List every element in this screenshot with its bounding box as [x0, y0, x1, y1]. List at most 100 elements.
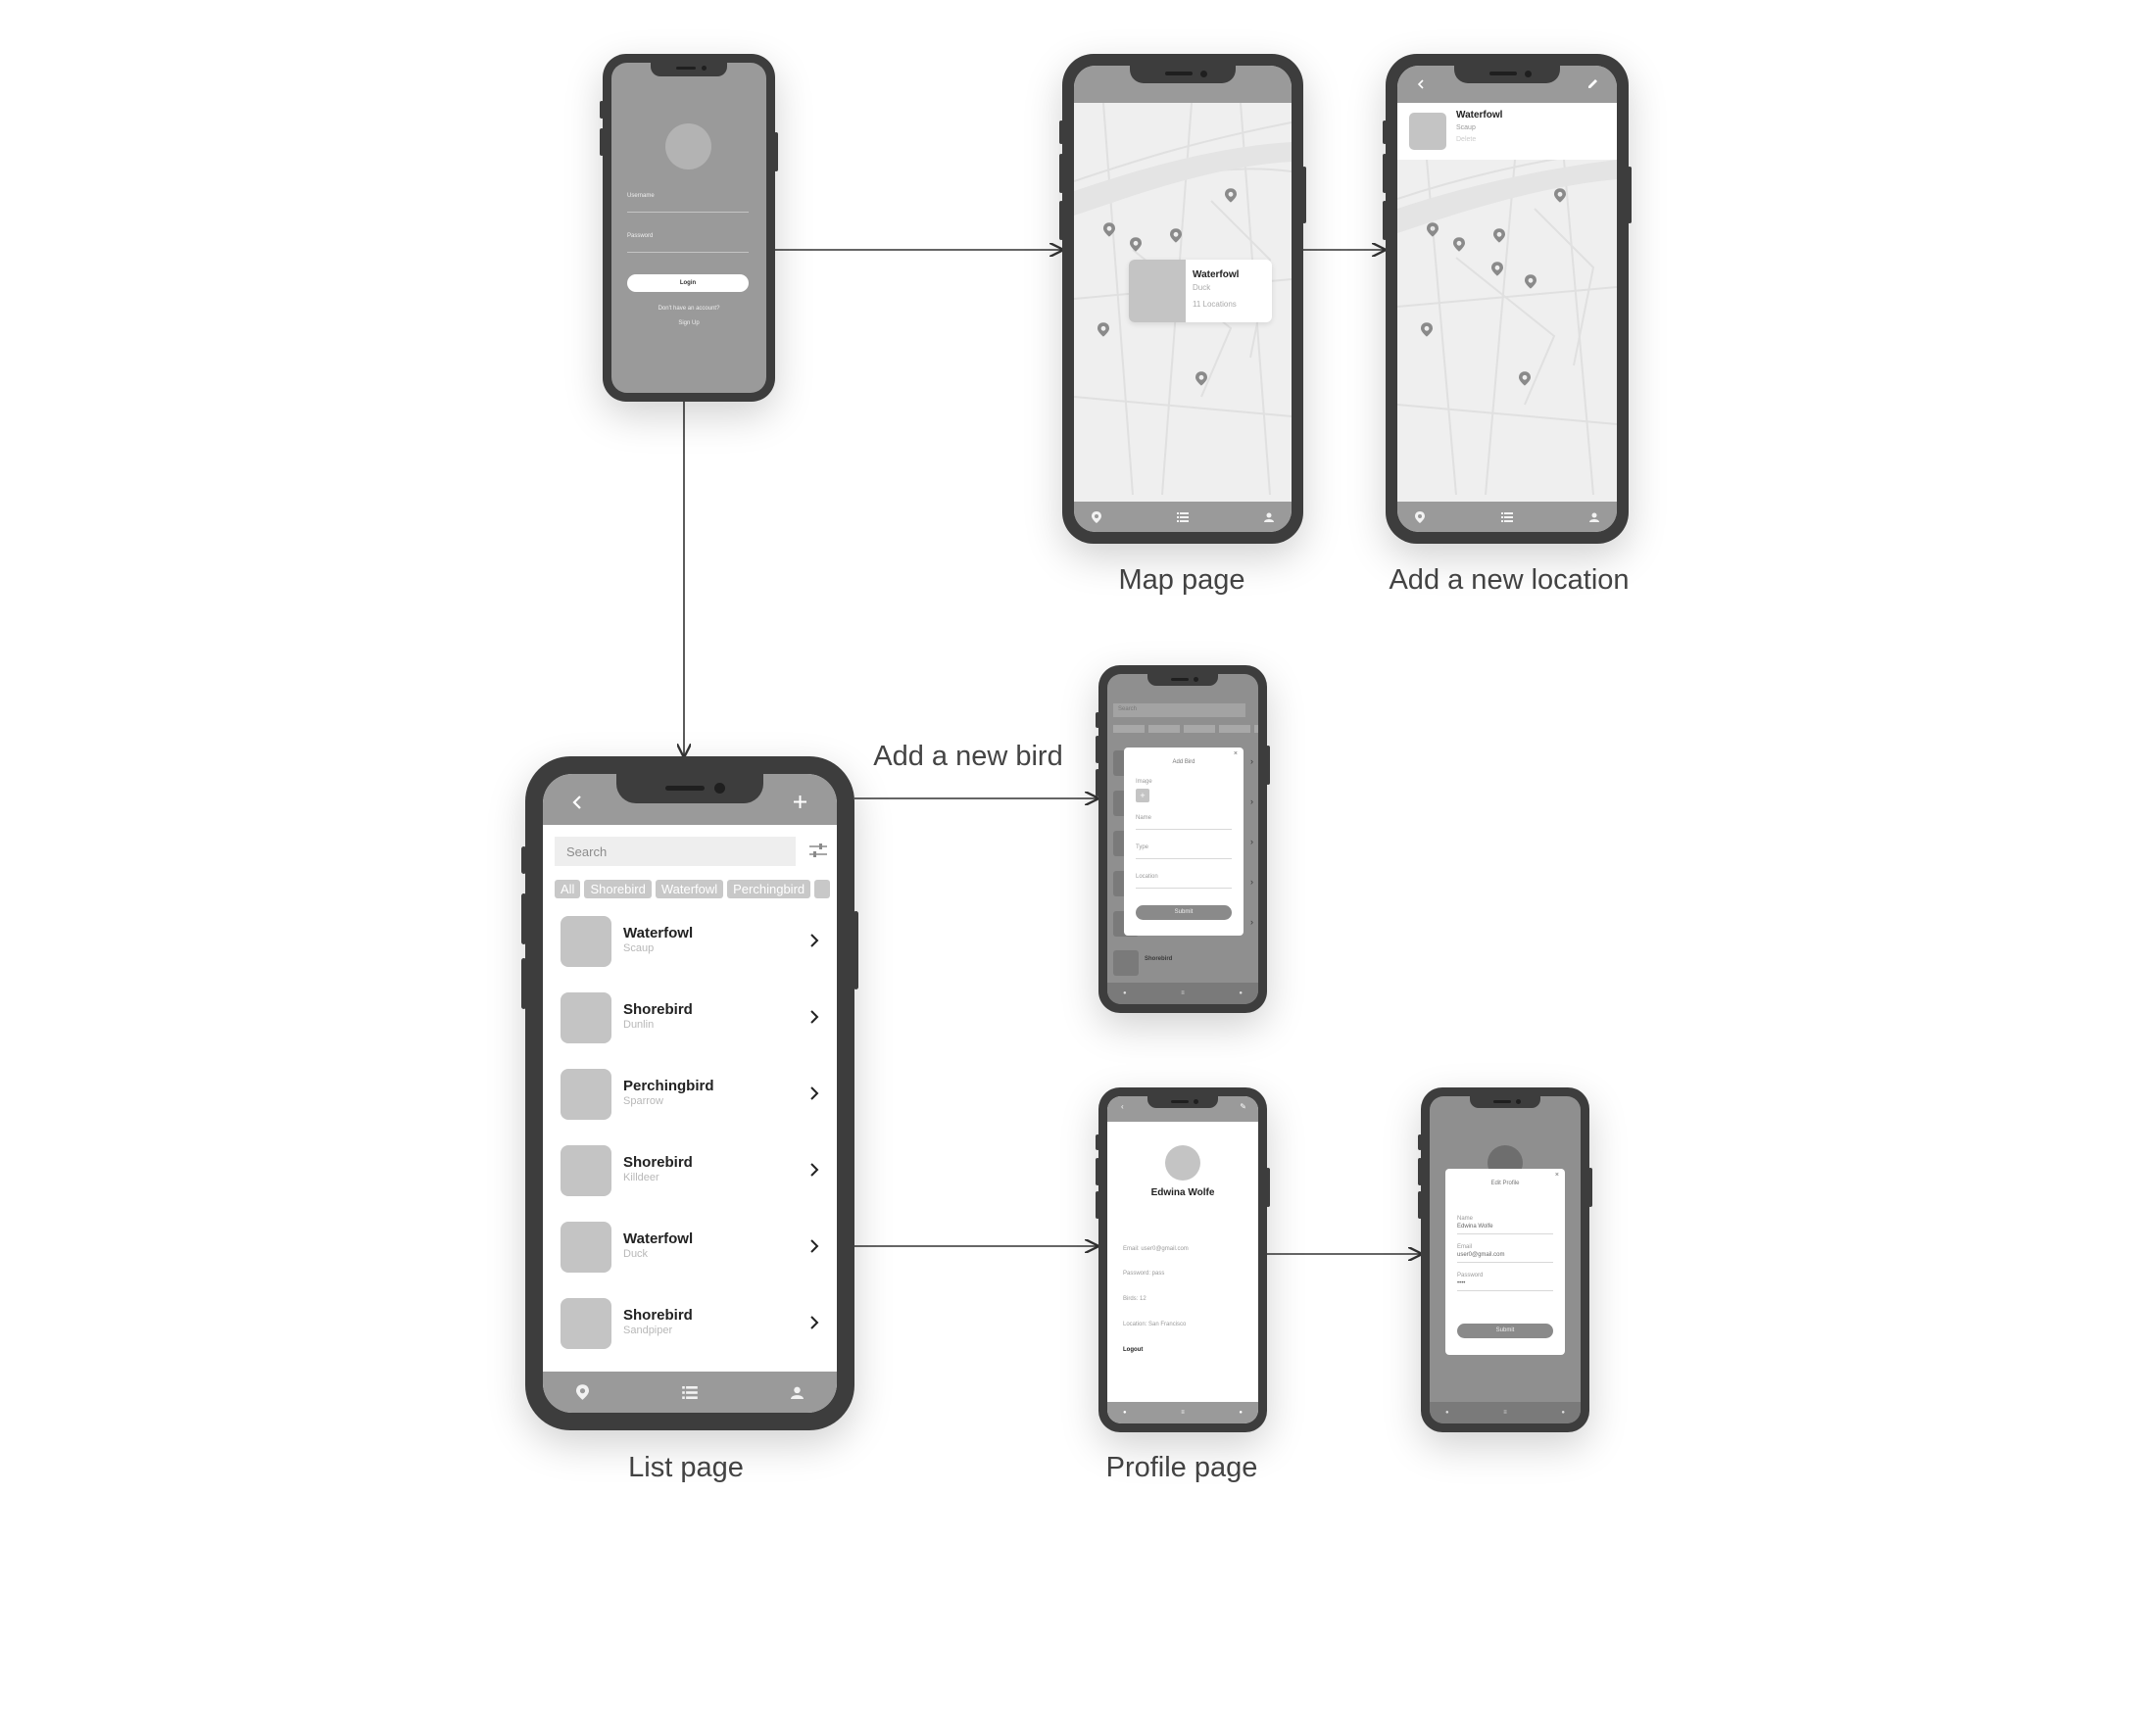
map-pin-icon[interactable] [1554, 188, 1566, 208]
chevron-right-icon[interactable] [809, 1010, 819, 1024]
add-plus-icon[interactable] [794, 796, 806, 808]
name-value[interactable]: Edwina Wolfe [1457, 1224, 1493, 1230]
tab-map-pin-icon[interactable]: ● [1123, 1410, 1127, 1416]
chevron-right-icon[interactable] [809, 1316, 819, 1329]
tab-list-icon[interactable] [1501, 511, 1513, 522]
list-item[interactable]: Waterfowl Scaup [543, 907, 837, 984]
tab-list-icon[interactable] [1177, 511, 1189, 522]
submit-button[interactable]: Submit [1136, 905, 1232, 920]
logout-link[interactable]: Logout [1123, 1347, 1143, 1353]
map-pin-icon[interactable] [1453, 237, 1465, 257]
dimmed-search-placeholder: Search [1118, 706, 1138, 712]
profile-screen: ‹ ✎ Edwina Wolfe Email: user0@gmail.com … [1107, 1096, 1258, 1423]
chip-waterfowl[interactable]: Waterfowl [655, 880, 724, 898]
bird-thumbnail [561, 916, 611, 967]
signup-link[interactable]: Sign Up [611, 320, 766, 326]
bird-subtitle: Killdeer [623, 1172, 659, 1183]
tab-profile-icon[interactable] [1264, 512, 1274, 522]
dimmed-chips [1113, 725, 1258, 733]
back-chevron-icon[interactable]: ‹ [1121, 1102, 1124, 1111]
profile-name: Edwina Wolfe [1150, 1187, 1215, 1198]
chevron-right-icon: › [1250, 756, 1253, 766]
login-button[interactable]: Login [627, 274, 749, 292]
list-item[interactable]: Shorebird Sandpiper [543, 1289, 837, 1366]
tab-profile-icon[interactable]: ● [1239, 990, 1243, 996]
back-chevron-icon[interactable] [1417, 79, 1425, 89]
submit-button[interactable]: Submit [1457, 1324, 1553, 1338]
filter-chips: All Shorebird Waterfowl Perchingbird [555, 880, 834, 898]
edit-pencil-icon[interactable]: ✎ [1240, 1102, 1246, 1111]
map-pin-icon[interactable] [1493, 228, 1505, 248]
tab-map-pin-icon[interactable] [1415, 510, 1425, 523]
tab-profile-icon[interactable] [791, 1386, 804, 1399]
bird-title: Shorebird [623, 1001, 693, 1018]
list-item[interactable]: Shorebird Killdeer [543, 1136, 837, 1213]
close-icon[interactable]: × [1234, 750, 1238, 757]
chevron-right-icon[interactable] [809, 1239, 819, 1253]
tab-map-pin-icon[interactable] [1092, 510, 1101, 523]
tab-profile-icon[interactable] [1589, 512, 1599, 522]
list-item[interactable]: Waterfowl Duck [543, 1213, 837, 1289]
type-label: Type [1136, 844, 1149, 850]
location-card[interactable]: Waterfowl Duck 11 Locations [1129, 260, 1272, 322]
tab-list-icon[interactable]: ≡ [1181, 1410, 1185, 1416]
chevron-right-icon[interactable] [809, 934, 819, 947]
map-pin-icon[interactable] [1097, 322, 1109, 342]
tab-map-pin-icon[interactable]: ● [1445, 1410, 1449, 1416]
map-pin-icon[interactable] [1491, 262, 1503, 281]
tab-list-icon[interactable]: ≡ [1503, 1410, 1507, 1416]
email-value[interactable]: user0@gmail.com [1457, 1252, 1504, 1258]
chip-perchingbird[interactable]: Perchingbird [727, 880, 811, 898]
tab-list-icon[interactable]: ≡ [1181, 990, 1185, 996]
profile-avatar [1165, 1145, 1200, 1181]
list-item[interactable]: Shorebird Dunlin [543, 984, 837, 1060]
chevron-right-icon[interactable] [809, 1163, 819, 1177]
location-label: Location [1136, 874, 1158, 880]
image-upload-button[interactable]: + [1136, 789, 1149, 802]
back-chevron-icon[interactable] [572, 796, 582, 809]
chevron-right-icon[interactable] [809, 1086, 819, 1100]
map-pin-icon[interactable] [1421, 322, 1433, 342]
bird-thumbnail [561, 1145, 611, 1196]
search-input[interactable]: Search [555, 837, 796, 866]
tab-map-pin-icon[interactable]: ● [1123, 990, 1127, 996]
list-item[interactable]: Perchingbird Sparrow [543, 1060, 837, 1136]
map-pin-icon[interactable] [1170, 228, 1182, 248]
phone-list: Search All Shorebird Waterfowl Perchingbird… [521, 756, 858, 1430]
filter-sliders-icon[interactable] [809, 843, 827, 858]
username-label: Username [627, 193, 655, 199]
close-icon[interactable]: × [1555, 1172, 1559, 1179]
caption-add-location: Add a new location [1389, 564, 1630, 596]
map-pin-icon[interactable] [1225, 188, 1237, 208]
bird-thumbnail [561, 992, 611, 1043]
map-pin-icon[interactable] [1195, 371, 1207, 391]
tab-bar [1074, 502, 1292, 532]
password-value[interactable]: •••• [1457, 1280, 1465, 1286]
map-pin-icon[interactable] [1519, 371, 1531, 391]
name-field[interactable] [1136, 829, 1232, 830]
username-field[interactable] [627, 212, 749, 213]
dimmed-last-row: Shorebird [1113, 950, 1252, 978]
tab-map-pin-icon[interactable] [576, 1384, 589, 1400]
tab-profile-icon[interactable]: ● [1239, 1410, 1243, 1416]
delete-link[interactable]: Delete [1456, 136, 1476, 143]
chip-shorebird[interactable]: Shorebird [584, 880, 652, 898]
tab-bar [1397, 502, 1617, 532]
search-placeholder: Search [566, 844, 608, 859]
map-pin-icon[interactable] [1525, 274, 1536, 294]
edit-pencil-icon[interactable] [1587, 78, 1598, 89]
map-pin-icon[interactable] [1130, 237, 1142, 257]
name-label: Name [1136, 815, 1152, 821]
chevron-right-icon: › [1250, 917, 1253, 927]
type-field[interactable] [1136, 858, 1232, 859]
chip-all[interactable]: All [555, 880, 581, 898]
tab-list-icon[interactable] [682, 1385, 698, 1399]
password-field[interactable] [627, 252, 749, 253]
modal-title: Edit Profile [1490, 1181, 1520, 1186]
chip-more[interactable] [814, 880, 830, 898]
map-pin-icon[interactable] [1427, 222, 1439, 242]
location-field[interactable] [1136, 888, 1232, 889]
map-pin-icon[interactable] [1103, 222, 1115, 242]
caption-add-bird: Add a new bird [873, 741, 1063, 772]
tab-profile-icon[interactable]: ● [1561, 1410, 1565, 1416]
